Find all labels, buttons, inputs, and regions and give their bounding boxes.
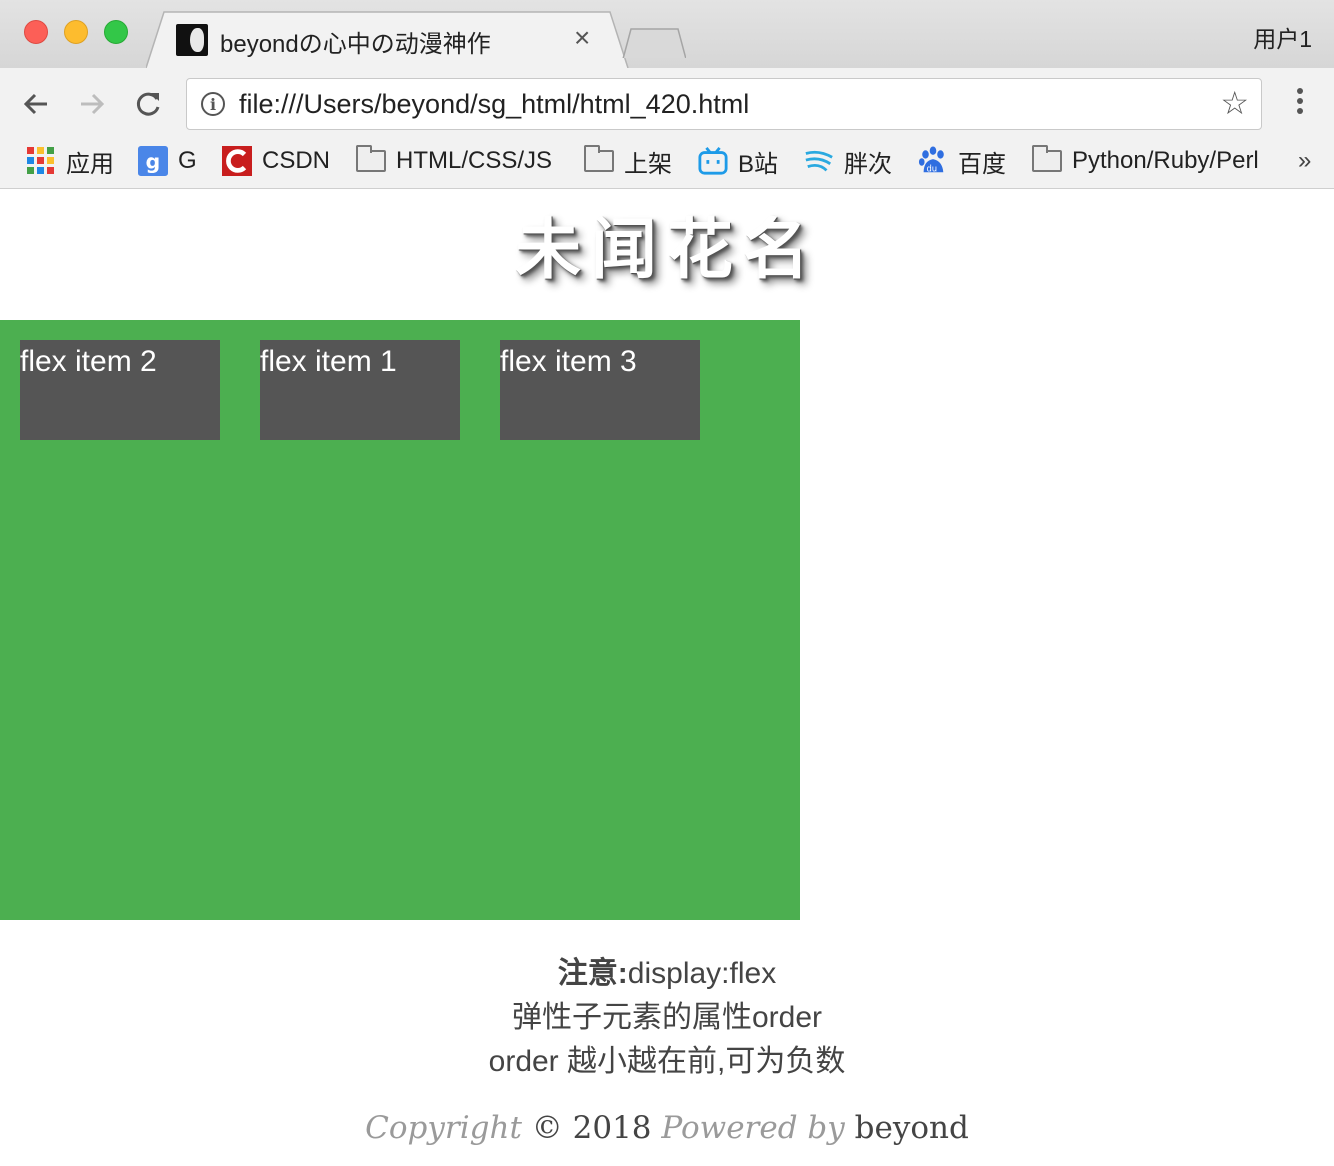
profile-user-label[interactable]: 用户1 xyxy=(1253,20,1312,54)
notes-text: display:flex xyxy=(627,957,777,990)
url-text[interactable]: file:///Users/beyond/sg_html/html_420.ht… xyxy=(239,89,749,120)
bookmark-csdn[interactable]: CSDN xyxy=(222,140,330,182)
forward-button[interactable] xyxy=(74,86,110,122)
svg-text:du: du xyxy=(926,163,937,173)
bookmark-label: CSDN xyxy=(262,147,331,174)
bookmark-bilibili[interactable]: B站 xyxy=(698,140,778,182)
bookmark-label: 上架 xyxy=(624,150,672,178)
bookmark-folder-shangjia[interactable]: 上架 xyxy=(584,140,672,182)
apps-grid-icon xyxy=(27,147,54,174)
bookmark-label: 百度 xyxy=(958,150,1006,178)
page-heading: 未闻花名 xyxy=(515,211,819,288)
bookmark-label: G xyxy=(178,147,197,174)
zoom-window-button[interactable] xyxy=(104,20,128,44)
tab-title: beyondの心中の动漫神作 xyxy=(220,31,491,58)
bookmarks-bar: 应用 g G CSDN HTML/CSS/JS 上架 B站 胖次 du 百度 P… xyxy=(0,140,1334,182)
tab-close-icon[interactable]: × xyxy=(574,22,590,54)
minimize-window-button[interactable] xyxy=(64,20,88,44)
active-tab[interactable]: beyondの心中の动漫神作 × xyxy=(146,12,628,68)
window-titlebar: beyondの心中の动漫神作 × 用户1 xyxy=(0,0,1334,69)
bookmarks-overflow-chevron-icon[interactable]: » xyxy=(1298,140,1311,182)
notes-label: 注意: xyxy=(557,957,628,990)
bookmark-apps[interactable]: 应用 xyxy=(26,140,114,182)
bookmark-google[interactable]: g G xyxy=(138,140,197,182)
reload-icon xyxy=(136,92,160,116)
site-info-icon[interactable]: i xyxy=(201,92,225,116)
address-bar[interactable]: i file:///Users/beyond/sg_html/html_420.… xyxy=(186,78,1262,130)
google-icon: g xyxy=(138,146,168,176)
browser-menu-icon[interactable] xyxy=(1290,88,1310,120)
flex-item: flex item 3 xyxy=(500,340,700,440)
bookmark-label: Python/Ruby/Perl xyxy=(1072,147,1259,174)
page-footer: Copyright © 2018 Powered by beyond xyxy=(0,1110,1334,1146)
folder-icon xyxy=(1032,145,1062,172)
notes-line-2: 弹性子元素的属性order xyxy=(511,1001,823,1034)
csdn-icon xyxy=(222,146,252,176)
bookmark-pangci[interactable]: 胖次 xyxy=(804,140,892,182)
notes-block: 注意:display:flex 弹性子元素的属性order order 越小越在… xyxy=(0,952,1334,1084)
bookmark-baidu[interactable]: du 百度 xyxy=(918,140,1006,182)
notes-line-1: 注意:display:flex xyxy=(0,952,1334,996)
bookmark-folder-html-css-js[interactable]: HTML/CSS/JS xyxy=(356,140,552,182)
bookmark-star-icon[interactable]: ☆ xyxy=(1220,87,1249,119)
notes-line-3: order 越小越在前,可为负数 xyxy=(488,1045,846,1078)
footer-year: © 2018 xyxy=(531,1110,652,1146)
back-arrow-icon xyxy=(23,93,47,115)
footer-copyright-word: Copyright xyxy=(365,1110,522,1146)
browser-toolbar: i file:///Users/beyond/sg_html/html_420.… xyxy=(0,68,1334,189)
folder-icon xyxy=(356,145,386,172)
reload-button[interactable] xyxy=(130,86,166,122)
flex-item: flex item 1 xyxy=(260,340,460,440)
bookmark-folder-python-ruby-perl[interactable]: Python/Ruby/Perl xyxy=(1032,140,1259,182)
flex-item: flex item 2 xyxy=(20,340,220,440)
bookmark-label: HTML/CSS/JS xyxy=(396,147,553,174)
forward-arrow-icon xyxy=(81,93,105,115)
folder-icon xyxy=(584,145,614,172)
bookmark-label: B站 xyxy=(738,150,779,178)
wave-icon xyxy=(805,150,833,172)
baidu-paw-icon: du xyxy=(918,146,944,173)
new-tab-button[interactable] xyxy=(622,27,686,58)
bookmark-label: 胖次 xyxy=(844,150,892,178)
footer-author: beyond xyxy=(854,1110,969,1146)
close-window-button[interactable] xyxy=(24,20,48,44)
bookmark-label: 应用 xyxy=(66,150,114,178)
back-button[interactable] xyxy=(18,86,54,122)
bilibili-icon xyxy=(698,146,728,175)
footer-powered-by: Powered by xyxy=(661,1110,845,1146)
svg-text:g: g xyxy=(146,150,161,174)
flex-container: flex item 2 flex item 1 flex item 3 xyxy=(0,320,800,920)
tab-favicon-icon xyxy=(176,24,208,56)
